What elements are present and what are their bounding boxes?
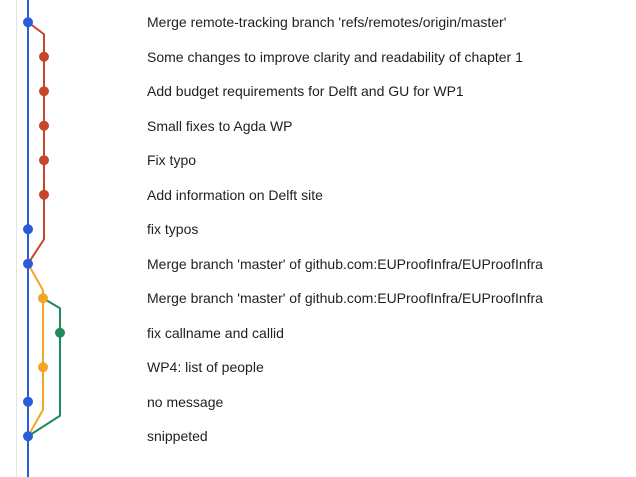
commit-row[interactable]: Merge branch 'master' of github.com:EUPr…: [0, 281, 636, 315]
commit-row[interactable]: Add information on Delft site: [0, 178, 636, 212]
commit-message: WP4: list of people: [147, 359, 264, 375]
commit-history-view: Merge remote-tracking branch 'refs/remot…: [0, 0, 636, 477]
commit-row[interactable]: Add budget requirements for Delft and GU…: [0, 74, 636, 108]
commit-row[interactable]: Small fixes to Agda WP: [0, 109, 636, 143]
commit-message: Add budget requirements for Delft and GU…: [147, 83, 464, 99]
commit-list: Merge remote-tracking branch 'refs/remot…: [0, 0, 636, 477]
commit-message: fix typos: [147, 221, 199, 237]
commit-row[interactable]: WP4: list of people: [0, 350, 636, 384]
commit-message: Merge branch 'master' of github.com:EUPr…: [147, 255, 543, 272]
commit-row[interactable]: fix callname and callid: [0, 316, 636, 350]
commit-message: no message: [147, 393, 224, 410]
commit-row[interactable]: Merge branch 'master' of github.com:EUPr…: [0, 247, 636, 281]
commit-message: Merge branch 'master' of github.com:EUPr…: [147, 290, 543, 306]
commit-row[interactable]: [0, 454, 636, 477]
commit-message: Fix typo: [147, 152, 197, 168]
commit-message: snippeted: [147, 428, 208, 444]
commit-row[interactable]: no message: [0, 385, 636, 419]
commit-row[interactable]: Fix typo: [0, 143, 636, 177]
commit-message: Some changes to improve clarity and read…: [147, 48, 523, 65]
commit-row[interactable]: Merge remote-tracking branch 'refs/remot…: [0, 5, 636, 39]
commit-message: Small fixes to Agda WP: [147, 117, 293, 134]
commit-row[interactable]: Some changes to improve clarity and read…: [0, 40, 636, 74]
commit-message: Merge remote-tracking branch 'refs/remot…: [147, 14, 507, 30]
commit-row[interactable]: snippeted: [0, 419, 636, 453]
commit-message: fix callname and callid: [147, 324, 284, 341]
commit-row[interactable]: fix typos: [0, 212, 636, 246]
commit-message: Add information on Delft site: [147, 186, 323, 203]
commit-message: [147, 454, 636, 477]
